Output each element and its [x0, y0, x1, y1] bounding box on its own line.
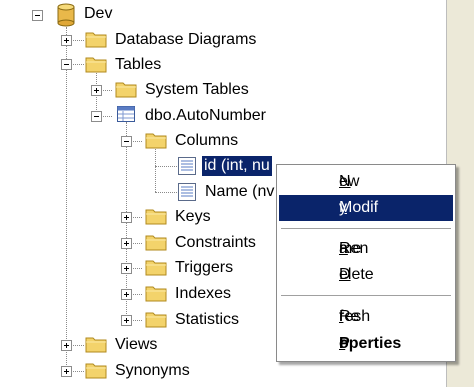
tree-node-label[interactable]: Constraints — [175, 233, 256, 253]
folder-icon — [115, 82, 137, 98]
expand-toggle-views[interactable] — [61, 340, 72, 351]
tree-node-label[interactable]: Database Diagrams — [115, 30, 256, 50]
folder-icon — [85, 57, 107, 73]
context-menu: New Column... Modify Rename Delete Refre… — [276, 164, 456, 362]
tree-node-label[interactable]: Columns — [175, 131, 238, 151]
tree-node-label[interactable]: Triggers — [175, 258, 233, 278]
tree-node-label[interactable]: Dev — [84, 4, 112, 24]
expand-toggle-triggers[interactable] — [121, 263, 132, 274]
folder-icon — [85, 32, 107, 48]
folder-icon — [145, 209, 167, 225]
folder-icon — [145, 286, 167, 302]
tree-node-label[interactable]: Views — [115, 335, 157, 355]
folder-icon — [85, 337, 107, 353]
collapse-toggle-dev[interactable] — [32, 10, 43, 21]
tree-node-label[interactable]: Statistics — [175, 310, 239, 330]
menu-item-delete[interactable]: Delete — [279, 262, 453, 288]
tree-line — [66, 27, 67, 371]
folder-icon — [145, 235, 167, 251]
menu-item-modify[interactable]: Modif y — [279, 195, 453, 221]
collapse-toggle-tables[interactable] — [61, 59, 72, 70]
folder-icon — [145, 312, 167, 328]
tree-node-label[interactable]: Synonyms — [115, 361, 190, 381]
menu-separator — [281, 295, 451, 297]
expand-toggle-constraints[interactable] — [121, 238, 132, 249]
tree-node-label[interactable]: Keys — [175, 207, 211, 227]
tree-node-label[interactable]: Tables — [115, 55, 161, 75]
menu-item-properties[interactable]: Pr operties — [279, 331, 453, 357]
folder-icon — [145, 260, 167, 276]
menu-item-refresh[interactable]: Re f resh — [279, 304, 453, 330]
tree-node-label[interactable]: System Tables — [145, 80, 249, 100]
collapse-toggle-autonumber[interactable] — [91, 111, 102, 122]
menu-item-rename[interactable]: Ren a me — [279, 236, 453, 262]
database-cylinder-icon — [57, 3, 75, 27]
tree-line — [155, 166, 177, 167]
folder-icon — [85, 363, 107, 379]
expand-toggle-synonyms[interactable] — [61, 366, 72, 377]
tree-node-label[interactable]: Name (nv — [205, 182, 274, 202]
menu-item-new-column[interactable]: New Column... — [279, 169, 453, 216]
tree-node-label[interactable]: Indexes — [175, 284, 231, 304]
column-icon — [178, 157, 196, 175]
selected-column-label[interactable]: id (int, nu — [201, 155, 273, 177]
tree-node-label[interactable]: dbo.AutoNumber — [145, 106, 266, 126]
tree-line — [155, 192, 177, 193]
menu-separator — [281, 228, 451, 230]
expand-toggle-keys[interactable] — [121, 212, 132, 223]
expand-toggle-database-diagrams[interactable] — [61, 35, 72, 46]
tree-line — [155, 147, 156, 192]
column-icon — [178, 183, 196, 201]
expand-toggle-statistics[interactable] — [121, 315, 132, 326]
folder-icon — [145, 133, 167, 149]
table-icon — [117, 106, 135, 122]
expand-toggle-indexes[interactable] — [121, 289, 132, 300]
collapse-toggle-columns[interactable] — [121, 136, 132, 147]
expand-toggle-system-tables[interactable] — [91, 85, 102, 96]
